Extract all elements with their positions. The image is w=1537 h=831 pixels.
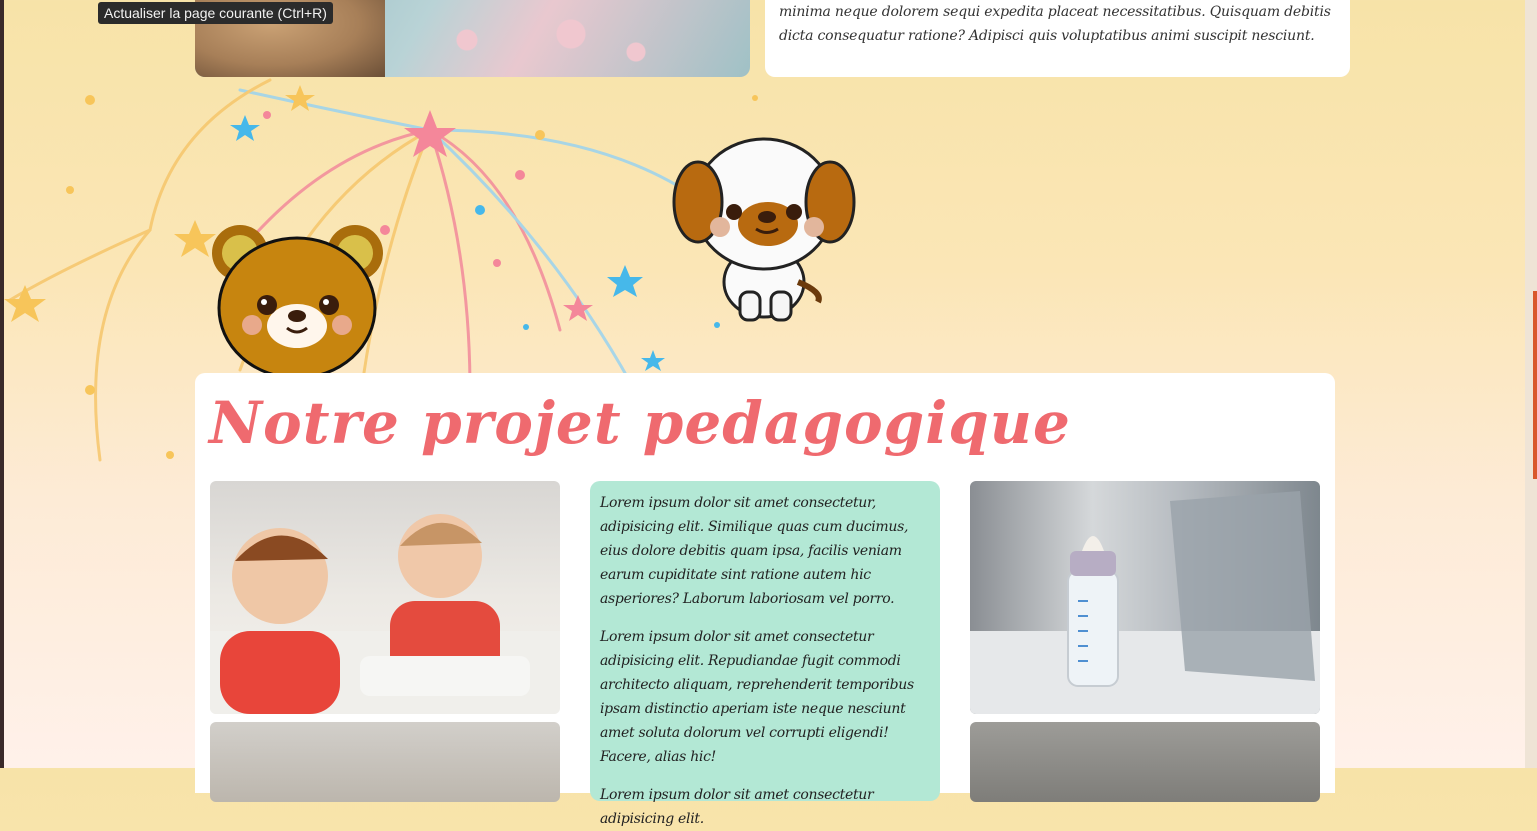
reload-tooltip: Actualiser la page courante (Ctrl+R)	[98, 2, 333, 24]
scrollbar-thumb[interactable]	[1533, 291, 1537, 479]
baby-bottle-photo	[970, 481, 1320, 714]
paragraph: Lorem ipsum dolor sit amet consectetur a…	[600, 787, 874, 827]
paragraph: Lorem ipsum dolor sit amet consectetur, …	[600, 495, 909, 607]
project-text-card: Lorem ipsum dolor sit amet consectetur, …	[590, 481, 940, 827]
intro-text-card: minima neque dolorem sequi expedita plac…	[765, 0, 1350, 77]
toys-photo	[210, 722, 560, 802]
section-title: Notre projet pedagogique	[209, 389, 1071, 457]
pedagogical-project-section: Notre projet pedagogique Lorem ipsum dol…	[195, 373, 1335, 827]
paragraph: Lorem ipsum dolor sit amet consectetur a…	[600, 629, 914, 765]
dog-mascot	[672, 137, 856, 322]
intro-text: minima neque dolorem sequi expedita plac…	[779, 4, 1331, 44]
wall-photo	[970, 722, 1320, 802]
toddlers-highchair-photo	[210, 481, 560, 714]
bear-mascot	[212, 225, 383, 378]
